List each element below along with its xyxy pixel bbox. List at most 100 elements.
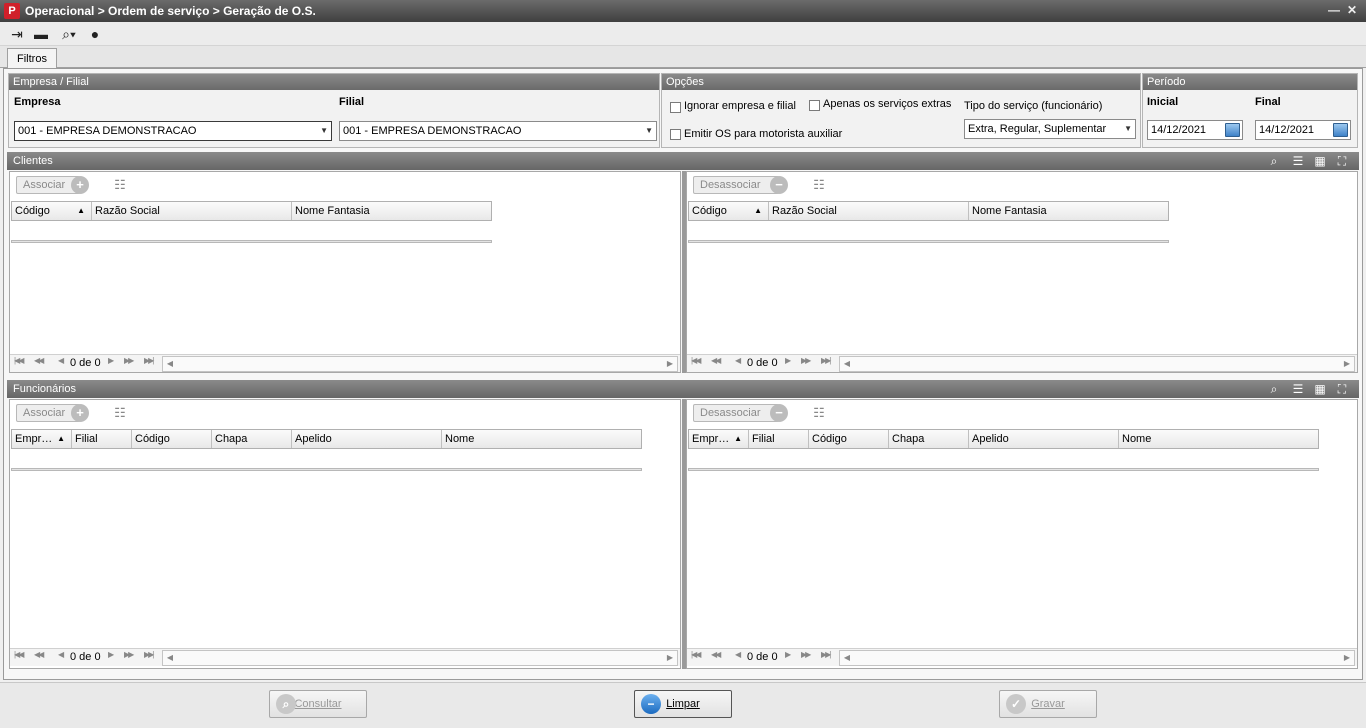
desassociar-button[interactable]: Desassociar −: [693, 404, 788, 422]
chevron-down-icon[interactable]: ▼: [1124, 120, 1132, 138]
first-page-icon[interactable]: |◀◀: [14, 650, 24, 659]
ignorar-checkbox[interactable]: [670, 102, 681, 113]
grid-add-icon[interactable]: ☷: [110, 405, 130, 421]
gravar-button[interactable]: ✓ Gravar: [999, 690, 1097, 718]
horizontal-scrollbar[interactable]: ◀ ▶: [162, 650, 678, 666]
next-page-icon[interactable]: ▶: [785, 650, 791, 659]
list-icon[interactable]: ☰: [1290, 153, 1306, 169]
grid-remove-icon[interactable]: ☷: [809, 405, 829, 421]
prev-page-icon[interactable]: ◀: [735, 356, 741, 365]
horizontal-scrollbar[interactable]: ◀ ▶: [839, 650, 1355, 666]
horizontal-scrollbar[interactable]: ◀ ▶: [162, 356, 678, 372]
associar-button[interactable]: Associar +: [16, 176, 89, 194]
prev-page-icon[interactable]: ◀: [58, 650, 64, 659]
exit-icon[interactable]: ⇥: [8, 25, 26, 43]
scroll-left-icon[interactable]: ◀: [163, 651, 177, 665]
next-fast-icon[interactable]: ▶▶: [801, 356, 811, 365]
scroll-right-icon[interactable]: ▶: [1340, 357, 1354, 371]
tipo-servico-combo[interactable]: Extra, Regular, Suplementar ▼: [964, 119, 1136, 139]
search-icon[interactable]: ⌕: [1266, 381, 1282, 397]
scroll-left-icon[interactable]: ◀: [840, 357, 854, 371]
first-page-icon[interactable]: |◀◀: [691, 356, 701, 365]
check-icon: ✓: [1006, 694, 1026, 714]
next-fast-icon[interactable]: ▶▶: [124, 650, 134, 659]
prev-page-icon[interactable]: ◀: [58, 356, 64, 365]
col-codigo[interactable]: Código ▲: [12, 202, 92, 220]
calendar-grid-icon[interactable]: ▦: [1312, 381, 1328, 397]
col-razao-social[interactable]: Razão Social: [769, 202, 969, 220]
next-page-icon[interactable]: ▶: [785, 356, 791, 365]
last-page-icon[interactable]: ▶▶|: [821, 356, 831, 365]
calendar-icon[interactable]: [1333, 123, 1348, 137]
minimize-icon[interactable]: —: [1326, 2, 1342, 18]
scroll-left-icon[interactable]: ◀: [163, 357, 177, 371]
last-page-icon[interactable]: ▶▶|: [144, 356, 154, 365]
col-filial[interactable]: Filial: [749, 430, 809, 448]
chevron-down-icon[interactable]: ▼: [645, 122, 653, 140]
expand-icon[interactable]: ⛶: [1334, 153, 1350, 169]
col-chapa[interactable]: Chapa: [212, 430, 292, 448]
prev-page-icon[interactable]: ◀: [735, 650, 741, 659]
scroll-right-icon[interactable]: ▶: [663, 357, 677, 371]
message-icon[interactable]: ▬: [32, 25, 50, 43]
apenas-extras-checkbox[interactable]: [809, 100, 820, 111]
col-apelido[interactable]: Apelido: [292, 430, 442, 448]
next-fast-icon[interactable]: ▶▶: [124, 356, 134, 365]
calendar-icon[interactable]: [1225, 123, 1240, 137]
col-codigo[interactable]: Código: [809, 430, 889, 448]
first-page-icon[interactable]: |◀◀: [691, 650, 701, 659]
close-icon[interactable]: ✕: [1344, 2, 1360, 18]
next-page-icon[interactable]: ▶: [108, 650, 114, 659]
emitir-os-checkbox[interactable]: [670, 129, 681, 140]
next-page-icon[interactable]: ▶: [108, 356, 114, 365]
prev-fast-icon[interactable]: ◀◀: [34, 356, 44, 365]
col-empresa[interactable]: Empr… ▲: [689, 430, 749, 448]
col-codigo[interactable]: Código ▲: [689, 202, 769, 220]
tab-filtros[interactable]: Filtros: [7, 48, 57, 69]
col-apelido[interactable]: Apelido: [969, 430, 1119, 448]
chevron-down-icon[interactable]: ▼: [320, 122, 328, 140]
col-filial[interactable]: Filial: [72, 430, 132, 448]
expand-icon[interactable]: ⛶: [1334, 381, 1350, 397]
col-nome[interactable]: Nome: [1119, 430, 1318, 448]
filial-combo[interactable]: 001 - EMPRESA DEMONSTRACAO ▼: [339, 121, 657, 141]
next-fast-icon[interactable]: ▶▶: [801, 650, 811, 659]
col-empresa[interactable]: Empr… ▲: [12, 430, 72, 448]
scroll-right-icon[interactable]: ▶: [663, 651, 677, 665]
funcionarios-title: Funcionários: [13, 383, 76, 395]
prev-fast-icon[interactable]: ◀◀: [711, 356, 721, 365]
last-page-icon[interactable]: ▶▶|: [144, 650, 154, 659]
sort-asc-icon: ▲: [734, 434, 742, 443]
calendar-grid-icon[interactable]: ▦: [1312, 153, 1328, 169]
data-final-input[interactable]: 14/12/2021: [1255, 120, 1351, 140]
first-page-icon[interactable]: |◀◀: [14, 356, 24, 365]
col-nome[interactable]: Nome: [442, 430, 641, 448]
last-page-icon[interactable]: ▶▶|: [821, 650, 831, 659]
empresa-combo[interactable]: 001 - EMPRESA DEMONSTRACAO ▼: [14, 121, 332, 141]
associar-button[interactable]: Associar +: [16, 404, 89, 422]
col-nome-fantasia[interactable]: Nome Fantasia: [969, 202, 1168, 220]
list-icon[interactable]: ☰: [1290, 381, 1306, 397]
desassociar-label: Desassociar: [700, 407, 761, 419]
prev-fast-icon[interactable]: ◀◀: [34, 650, 44, 659]
scroll-right-icon[interactable]: ▶: [1340, 651, 1354, 665]
grid-add-icon[interactable]: ☷: [110, 177, 130, 193]
search-icon[interactable]: ⌕: [1266, 153, 1282, 169]
user-icon[interactable]: ●: [86, 25, 104, 43]
col-razao-social[interactable]: Razão Social: [92, 202, 292, 220]
sort-asc-icon: ▲: [754, 206, 762, 215]
col-nome-fantasia[interactable]: Nome Fantasia: [292, 202, 491, 220]
grid-remove-icon[interactable]: ☷: [809, 177, 829, 193]
app-logo-icon: P: [4, 3, 20, 19]
horizontal-scrollbar[interactable]: ◀ ▶: [839, 356, 1355, 372]
tipo-servico-label: Tipo do serviço (funcionário): [964, 100, 1103, 112]
search-dropdown-icon[interactable]: ⌕▾: [56, 25, 82, 43]
desassociar-button[interactable]: Desassociar −: [693, 176, 788, 194]
col-chapa[interactable]: Chapa: [889, 430, 969, 448]
col-codigo[interactable]: Código: [132, 430, 212, 448]
consultar-button[interactable]: ⌕ Consultar: [269, 690, 367, 718]
prev-fast-icon[interactable]: ◀◀: [711, 650, 721, 659]
scroll-left-icon[interactable]: ◀: [840, 651, 854, 665]
limpar-button[interactable]: − Limpar: [634, 690, 732, 718]
data-inicial-input[interactable]: 14/12/2021: [1147, 120, 1243, 140]
